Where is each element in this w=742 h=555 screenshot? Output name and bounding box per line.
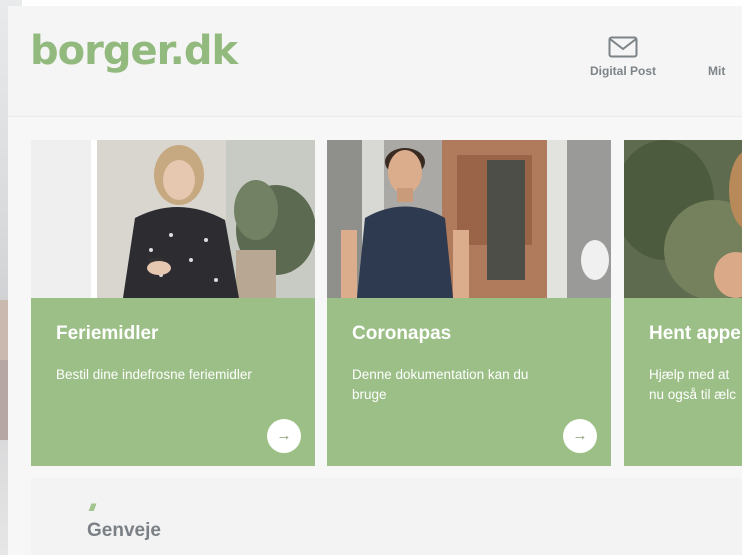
mit-label: Mit bbox=[708, 64, 726, 78]
card-title: Feriemidler bbox=[56, 323, 159, 344]
shortcuts-heading: Genveje bbox=[87, 520, 161, 541]
shortcuts-section: ////// Genveje bbox=[31, 478, 742, 555]
card-description: Denne dokumentation kan du bruge bbox=[352, 367, 529, 402]
arrow-right-icon[interactable]: → bbox=[563, 419, 597, 453]
card-description: Bestil dine indefrosne feriemidler bbox=[56, 367, 252, 382]
card-hent-app[interactable]: Hent appe Hjælp med at nu også til ælc bbox=[624, 140, 742, 466]
digital-post-label: Digital Post bbox=[589, 64, 656, 78]
site-header: borger.dk Digital Post Mit bbox=[8, 6, 742, 117]
envelope-icon bbox=[608, 36, 638, 58]
card-image bbox=[31, 140, 315, 298]
card-coronapas[interactable]: Coronapas Denne dokumentation kan du bru… bbox=[327, 140, 611, 466]
card-title: Coronapas bbox=[352, 323, 452, 344]
card-carousel: Feriemidler Bestil dine indefrosne ferie… bbox=[31, 140, 742, 466]
page: borger.dk Digital Post Mit Feriemidler B… bbox=[0, 0, 742, 555]
card-image bbox=[624, 140, 742, 298]
card-image bbox=[327, 140, 611, 298]
slashes-decoration: ////// bbox=[89, 503, 96, 514]
card-feriemidler[interactable]: Feriemidler Bestil dine indefrosne ferie… bbox=[31, 140, 315, 466]
site-logo[interactable]: borger.dk bbox=[30, 28, 238, 74]
arrow-right-icon[interactable]: → bbox=[267, 419, 301, 453]
digital-post-link[interactable]: Digital Post bbox=[578, 36, 668, 78]
mit-link[interactable]: Mit bbox=[708, 64, 742, 78]
browser-viewport: borger.dk Digital Post Mit Feriemidler B… bbox=[8, 6, 742, 555]
card-description: Hjælp med at nu også til ælc bbox=[649, 367, 737, 402]
card-title: Hent appe bbox=[649, 323, 741, 344]
